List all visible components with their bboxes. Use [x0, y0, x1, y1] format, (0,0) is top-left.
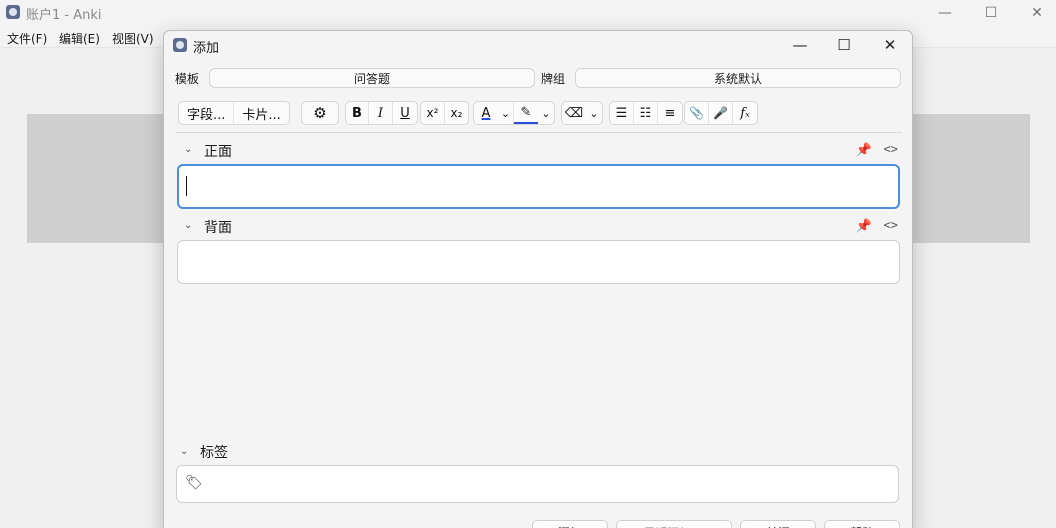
field-label-front: 正面 [204, 144, 232, 160]
subscript-icon[interactable]: x₂ [445, 102, 468, 124]
settings-group: ⚙ [301, 101, 339, 125]
format-group: B I U [345, 101, 418, 125]
text-color-icon[interactable]: A [474, 102, 498, 124]
attach-icon[interactable]: 📎 [685, 102, 709, 124]
media-group: 📎 🎤 fₓ [684, 101, 758, 125]
pin-back-icon[interactable]: 📌 [856, 219, 872, 234]
main-window-title: 账户1 - Anki [26, 8, 102, 23]
eraser-group: ⌫ ⌄ [561, 101, 603, 125]
front-field-input[interactable] [177, 164, 900, 209]
close-button[interactable]: 关闭 [740, 520, 816, 528]
tags-input[interactable]: 🏷 [176, 465, 899, 503]
eraser-dropdown-icon[interactable]: ⌄ [586, 102, 602, 124]
align-icon[interactable]: ≡ [658, 102, 682, 124]
text-caret [186, 176, 187, 196]
html-editor-back-icon[interactable]: <> [884, 218, 898, 232]
settings-icon[interactable]: ⚙ [302, 102, 338, 124]
editor-toolbar: 字段... 卡片... ⚙ B I U x² x₂ A ⌄ ✎ ⌄ ⌫ ⌄ ☰ … [176, 101, 906, 127]
back-field-input[interactable] [177, 240, 900, 284]
help-button[interactable]: 帮助 [824, 520, 900, 528]
menu-edit[interactable]: 编辑(E) [59, 30, 100, 47]
pin-front-icon[interactable]: 📌 [856, 143, 872, 158]
notetype-selector[interactable]: 问答题 [209, 68, 535, 88]
dialog-maximize-button[interactable]: ☐ [824, 33, 864, 57]
cards-button[interactable]: 卡片... [234, 102, 288, 124]
math-icon[interactable]: fₓ [733, 102, 757, 124]
eraser-icon[interactable]: ⌫ [562, 102, 586, 124]
deck-label: 牌组 [541, 72, 566, 86]
dialog-minimize-button[interactable]: — [780, 33, 820, 57]
bold-icon[interactable]: B [346, 102, 369, 124]
field-header-back: ⌄ 背面 📌 <> [184, 217, 904, 237]
fields-cards-group: 字段... 卡片... [178, 101, 290, 125]
deck-selector[interactable]: 系统默认 [575, 68, 901, 88]
notetype-label: 模板 [175, 72, 200, 86]
field-header-front: ⌄ 正面 📌 <> [184, 141, 904, 161]
superscript-icon[interactable]: x² [421, 102, 445, 124]
italic-icon[interactable]: I [369, 102, 393, 124]
toolbar-divider [176, 132, 902, 133]
dialog-titlebar: 添加 — ☐ ✕ [164, 31, 912, 59]
menu-view[interactable]: 视图(V) [112, 30, 154, 47]
ordered-list-icon[interactable]: ☷ [634, 102, 658, 124]
microphone-icon[interactable]: 🎤 [709, 102, 733, 124]
tags-label: 标签 [200, 445, 228, 461]
tag-icon: 🏷 [185, 475, 203, 491]
main-close-button[interactable]: ✕ [1014, 0, 1056, 26]
anki-app-icon [6, 5, 20, 19]
script-group: x² x₂ [420, 101, 469, 125]
fields-button[interactable]: 字段... [179, 102, 235, 124]
collapse-front-icon[interactable]: ⌄ [184, 144, 192, 155]
main-titlebar: 账户1 - Anki — ☐ ✕ [0, 0, 1056, 26]
highlight-dropdown-icon[interactable]: ⌄ [538, 102, 554, 124]
dialog-close-button[interactable]: ✕ [870, 33, 910, 57]
dialog-title: 添加 [193, 41, 220, 56]
collapse-tags-icon[interactable]: ⌄ [180, 446, 188, 457]
list-group: ☰ ☷ ≡ [609, 101, 683, 125]
bullet-list-icon[interactable]: ☰ [610, 102, 634, 124]
dialog-app-icon [173, 38, 187, 52]
add-button[interactable]: 添加 [532, 520, 608, 528]
field-label-back: 背面 [204, 220, 232, 236]
main-minimize-button[interactable]: — [922, 0, 968, 26]
underline-icon[interactable]: U [393, 102, 417, 124]
add-dialog: 添加 — ☐ ✕ 模板 问答题 牌组 系统默认 字段... 卡片... ⚙ B … [163, 30, 913, 528]
history-button[interactable]: 最近添加 ▼ [616, 520, 732, 528]
menu-file[interactable]: 文件(F) [7, 30, 47, 47]
main-maximize-button[interactable]: ☐ [968, 0, 1014, 26]
text-color-dropdown-icon[interactable]: ⌄ [498, 102, 514, 124]
collapse-back-icon[interactable]: ⌄ [184, 220, 192, 231]
highlight-color-icon[interactable]: ✎ [514, 102, 538, 124]
color-group: A ⌄ ✎ ⌄ [473, 101, 555, 125]
html-editor-front-icon[interactable]: <> [884, 142, 898, 156]
